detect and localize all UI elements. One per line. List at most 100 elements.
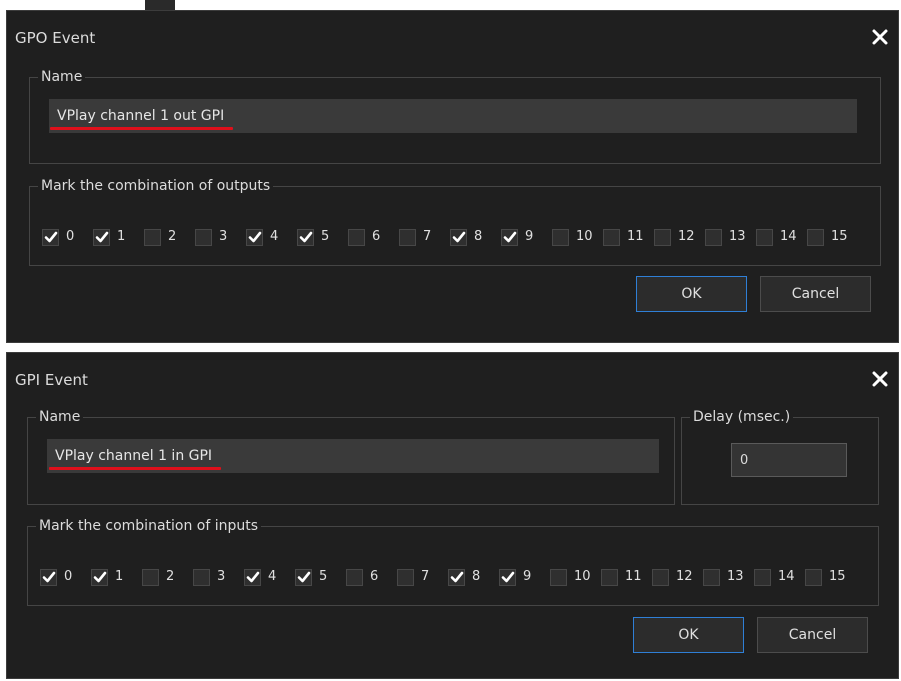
checkbox-box[interactable]	[499, 569, 516, 586]
checkbox-label: 4	[268, 569, 277, 584]
checkbox-box[interactable]	[40, 569, 57, 586]
checkbox-label: 4	[270, 229, 279, 244]
checkbox-box[interactable]	[805, 569, 822, 586]
spellcheck-underline	[50, 127, 233, 130]
checkbox-box[interactable]	[703, 569, 720, 586]
checkbox-box[interactable]	[448, 569, 465, 586]
checkbox-box[interactable]	[142, 569, 159, 586]
checkbox-label: 12	[678, 229, 695, 244]
dialog-title: GPO Event	[15, 29, 96, 47]
checkbox-box[interactable]	[193, 569, 210, 586]
ok-button[interactable]: OK	[636, 276, 747, 312]
checkbox-label: 6	[372, 229, 381, 244]
checkbox-label: 15	[829, 569, 846, 584]
ok-button[interactable]: OK	[633, 617, 744, 653]
inputs-checkbox-row: 0 1 2 3 4 5 6 7 8 9 10 11 12 13 14 15	[40, 567, 870, 589]
checkbox-box[interactable]	[397, 569, 414, 586]
checkbox-box[interactable]	[42, 229, 59, 246]
checkbox-label: 13	[729, 229, 746, 244]
checkbox-box[interactable]	[601, 569, 618, 586]
checkbox-box[interactable]	[603, 229, 620, 246]
checkbox-label: 15	[831, 229, 848, 244]
checkbox-box[interactable]	[244, 569, 261, 586]
checkbox-label: 3	[217, 569, 226, 584]
checkbox-label: 5	[321, 229, 330, 244]
checkbox-label: 2	[166, 569, 175, 584]
cancel-button[interactable]: Cancel	[757, 617, 868, 653]
cancel-button[interactable]: Cancel	[760, 276, 871, 312]
checkbox-label: 0	[66, 229, 75, 244]
checkmark-icon	[44, 231, 58, 243]
checkbox-box[interactable]	[195, 229, 212, 246]
checkbox-box[interactable]	[550, 569, 567, 586]
checkbox-box[interactable]	[705, 229, 722, 246]
name-group-label: Name	[41, 69, 83, 85]
checkbox-label: 8	[472, 569, 481, 584]
checkbox-label: 7	[421, 569, 430, 584]
delay-group-label: Delay (msec.)	[693, 409, 791, 425]
checkbox-label: 14	[780, 229, 797, 244]
checkbox-box[interactable]	[450, 229, 467, 246]
checkbox-box[interactable]	[346, 569, 363, 586]
checkbox-box[interactable]	[144, 229, 161, 246]
checkmark-icon	[297, 571, 311, 583]
checkbox-box[interactable]	[297, 229, 314, 246]
checkbox-box[interactable]	[552, 229, 569, 246]
checkbox-label: 11	[627, 229, 644, 244]
inputs-group-label: Mark the combination of inputs	[39, 518, 259, 534]
checkbox-label: 7	[423, 229, 432, 244]
dialog-titlebar: GPI Event	[7, 353, 898, 395]
checkbox-label: 13	[727, 569, 744, 584]
checkmark-icon	[248, 231, 262, 243]
background-window-edge	[145, 0, 175, 10]
checkbox-box[interactable]	[348, 229, 365, 246]
delay-field[interactable]	[731, 443, 847, 477]
checkbox-label: 8	[474, 229, 483, 244]
checkbox-box[interactable]	[756, 229, 773, 246]
checkmark-icon	[501, 571, 515, 583]
gpo-event-dialog: GPO Event Name Mark the combination of o…	[6, 10, 899, 343]
checkbox-box[interactable]	[91, 569, 108, 586]
checkbox-box[interactable]	[93, 229, 110, 246]
checkbox-label: 3	[219, 229, 228, 244]
checkbox-label: 9	[523, 569, 532, 584]
name-group-label: Name	[39, 409, 81, 425]
checkbox-label: 5	[319, 569, 328, 584]
checkmark-icon	[299, 231, 313, 243]
checkmark-icon	[95, 231, 109, 243]
checkbox-label: 11	[625, 569, 642, 584]
close-icon[interactable]	[870, 369, 890, 389]
checkmark-icon	[452, 231, 466, 243]
checkbox-label: 9	[525, 229, 534, 244]
checkbox-box[interactable]	[754, 569, 771, 586]
dialog-title: GPI Event	[15, 371, 88, 389]
checkmark-icon	[246, 571, 260, 583]
checkbox-box[interactable]	[654, 229, 671, 246]
checkbox-label: 12	[676, 569, 693, 584]
inputs-group: Mark the combination of inputs 012345678…	[27, 518, 879, 606]
checkbox-box[interactable]	[501, 229, 518, 246]
outputs-checkbox-row: 0 1 2 3 4 5 6 7 8 9 10 11 12 13 14 15	[42, 227, 872, 249]
dialog-titlebar: GPO Event	[7, 11, 898, 53]
checkbox-box[interactable]	[246, 229, 263, 246]
checkmark-icon	[503, 231, 517, 243]
checkbox-label: 10	[574, 569, 591, 584]
checkbox-label: 6	[370, 569, 379, 584]
outputs-group-label: Mark the combination of outputs	[41, 178, 271, 194]
checkmark-icon	[42, 571, 56, 583]
checkmark-icon	[450, 571, 464, 583]
checkbox-box[interactable]	[295, 569, 312, 586]
close-icon[interactable]	[870, 27, 890, 47]
checkbox-label: 10	[576, 229, 593, 244]
checkmark-icon	[93, 571, 107, 583]
checkbox-box[interactable]	[399, 229, 416, 246]
checkbox-label: 1	[115, 569, 124, 584]
spellcheck-underline	[49, 467, 221, 470]
checkbox-box[interactable]	[807, 229, 824, 246]
outputs-group: Mark the combination of outputs 01234567…	[29, 178, 881, 266]
checkbox-label: 1	[117, 229, 126, 244]
gpi-event-dialog: GPI Event Name Delay (msec.) Mark the co…	[6, 352, 899, 679]
checkbox-label: 14	[778, 569, 795, 584]
checkbox-label: 2	[168, 229, 177, 244]
checkbox-box[interactable]	[652, 569, 669, 586]
